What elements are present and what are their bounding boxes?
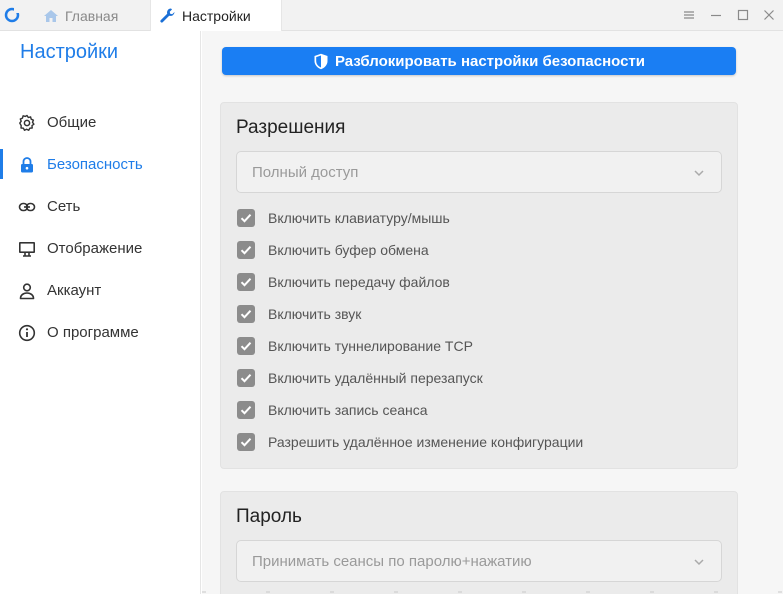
check-icon [240,342,252,351]
checkbox-label: Включить клавиатуру/мышь [268,210,450,226]
home-icon [44,9,58,22]
permissions-title: Разрешения [236,117,346,138]
wrench-icon [160,8,175,23]
password-select-value: Принимать сеансы по паролю+нажатию [252,553,532,570]
checkbox-label: Разрешить удалённое изменение конфигурац… [268,434,584,450]
sidebar-item-about[interactable]: О программе [0,317,201,349]
chevron-down-icon [694,170,704,177]
sidebar-item-label: Безопасность [47,156,143,173]
checkbox-label: Включить буфер обмена [268,242,429,258]
minimize-icon[interactable] [709,8,723,22]
tab-home[interactable]: Главная [36,0,144,31]
unlock-button-label: Разблокировать настройки безопасности [334,52,646,70]
permissions-select[interactable]: Полный доступ [236,151,722,193]
shield-icon [314,53,328,69]
check-icon [240,374,252,383]
tab-settings[interactable]: Настройки [150,0,282,31]
password-mode-select[interactable]: Принимать сеансы по паролю+нажатию [236,540,722,582]
sidebar-item-label: Сеть [47,198,81,215]
chevron-down-icon [694,559,704,566]
tab-settings-label: Настройки [182,7,251,24]
checkbox-label: Включить звук [268,306,362,322]
sidebar-item-account[interactable]: Аккаунт [0,275,201,307]
settings-content[interactable]: Разблокировать настройки безопасности Ра… [202,31,783,594]
permissions-card: Разрешения Полный доступ Включить клавиа… [220,102,738,469]
sidebar-item-label: Общие [47,114,97,131]
check-icon [240,406,252,415]
checkbox-label: Включить запись сеанса [268,402,428,418]
gear-icon [19,114,35,131]
check-icon [240,278,252,287]
check-icon [240,214,252,223]
sidebar-item-network[interactable]: Сеть [0,191,201,223]
password-card: Пароль Принимать сеансы по паролю+нажати… [220,491,738,594]
horizontal-scroll-indicator [202,591,783,593]
monitor-icon [19,242,35,257]
checkbox[interactable] [237,305,255,323]
title-bar: Главная Настройки [0,0,783,31]
unlock-security-button[interactable]: Разблокировать настройки безопасности [222,47,736,75]
checkbox[interactable] [237,337,255,355]
sidebar-item-label: Отображение [47,240,143,257]
link-icon [18,202,36,212]
sidebar: Настройки Общие Безопасность Сеть Отобра… [0,31,201,594]
info-icon [18,324,36,342]
permissions-select-value: Полный доступ [252,164,359,181]
sidebar-item-label: Аккаунт [47,282,102,299]
sidebar-item-label: О программе [47,324,139,341]
checkbox-label: Включить удалённый перезапуск [268,370,483,386]
sidebar-item-display[interactable]: Отображение [0,233,201,265]
user-icon [19,283,35,300]
checkbox-label: Включить туннелирование TCP [268,338,473,354]
checkbox[interactable] [237,241,255,259]
close-icon[interactable] [762,8,776,22]
checkbox[interactable] [237,433,255,451]
sidebar-item-security[interactable]: Безопасность [0,149,201,181]
checkbox[interactable] [237,369,255,387]
tab-home-label: Главная [65,7,119,24]
check-icon [240,310,252,319]
sidebar-item-general[interactable]: Общие [0,107,201,139]
app-logo-icon [4,7,20,23]
menu-icon[interactable] [682,8,696,22]
checkbox[interactable] [237,401,255,419]
sidebar-title: Настройки [20,41,119,63]
checkbox[interactable] [237,273,255,291]
lock-icon [21,157,33,173]
maximize-icon[interactable] [736,8,750,22]
checkbox-label: Включить передачу файлов [268,274,450,290]
checkbox[interactable] [237,209,255,227]
check-icon [240,246,252,255]
check-icon [240,438,252,447]
password-title: Пароль [236,506,302,527]
